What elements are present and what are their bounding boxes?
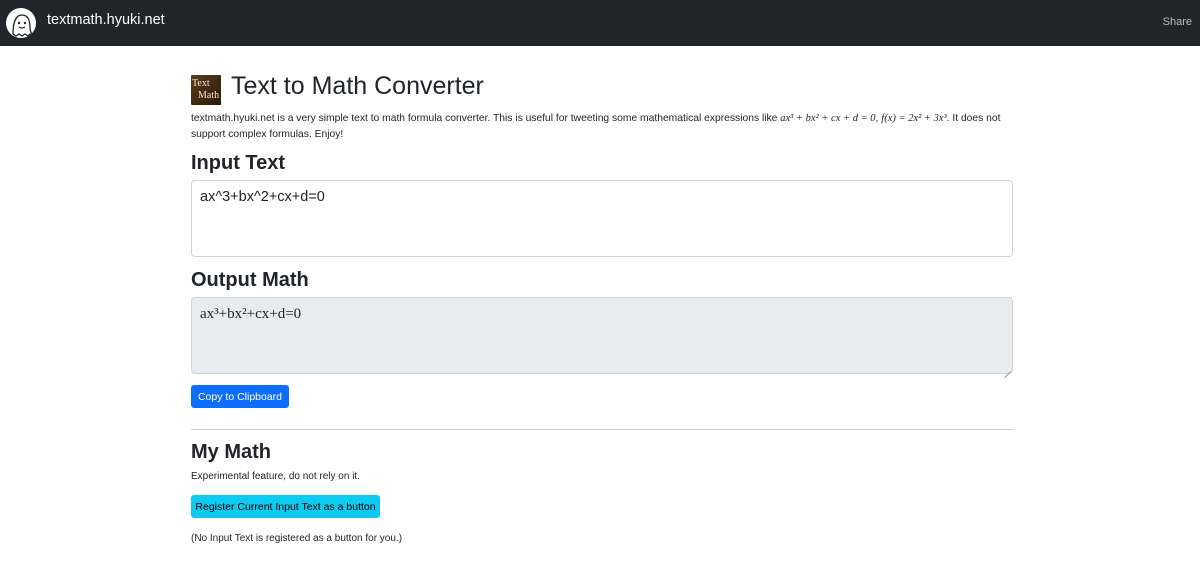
page-header: Text Math Text to Math Converter: [191, 72, 891, 105]
example-formula-2: f(x) = 2x² + 3x³: [881, 113, 947, 124]
my-math-heading: My Math: [191, 441, 271, 463]
logo-text-line2: Math: [198, 90, 220, 101]
output-math-area[interactable]: ax³+bx²+cx+d=0: [191, 297, 1013, 374]
top-navbar: textmath.hyuki.net Share: [0, 0, 1200, 46]
example-formula-1: ax³ + bx² + cx + d = 0: [780, 113, 876, 124]
page-title: Text to Math Converter: [231, 72, 484, 100]
resize-handle-icon[interactable]: [1003, 364, 1011, 372]
textmath-logo-icon: Text Math: [191, 75, 221, 105]
experimental-note: Experimental feature, do not rely on it.: [191, 471, 360, 482]
input-text-area[interactable]: ax^3+bx^2+cx+d=0: [191, 180, 1013, 257]
input-text-heading: Input Text: [191, 152, 286, 174]
logo-text-line1: Text: [192, 78, 210, 89]
ghost-avatar-icon[interactable]: [6, 8, 36, 38]
register-input-button[interactable]: Register Current Input Text as a button: [191, 495, 380, 518]
output-math-text: ax³+bx²+cx+d=0: [200, 306, 302, 322]
navbar-brand-link[interactable]: textmath.hyuki.net: [47, 12, 165, 28]
empty-registered-message: (No Input Text is registered as a button…: [191, 533, 403, 544]
output-math-heading: Output Math: [191, 269, 309, 291]
section-divider: [191, 429, 1013, 430]
description-lead: textmath.hyuki.net is a very simple text…: [191, 113, 781, 124]
share-link[interactable]: Share: [1163, 16, 1192, 28]
copy-to-clipboard-button[interactable]: Copy to Clipboard: [191, 385, 289, 408]
intro-description: textmath.hyuki.net is a very simple text…: [191, 111, 1016, 143]
